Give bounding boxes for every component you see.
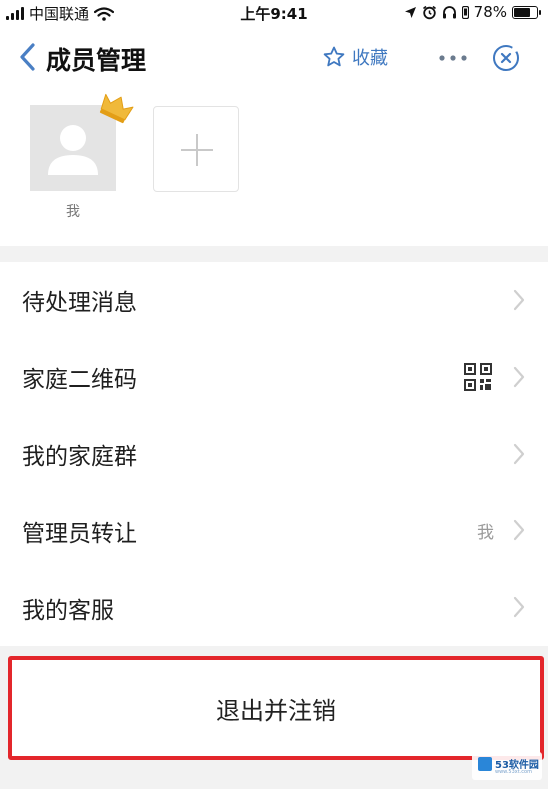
star-outline-icon (323, 46, 345, 67)
watermark-logo-icon (478, 757, 492, 771)
chevron-right-icon (513, 289, 525, 311)
close-miniprogram-button[interactable] (491, 43, 521, 73)
menu-item-family-group[interactable]: 我的家庭群 (0, 416, 548, 493)
member-card[interactable]: 我 (30, 93, 134, 221)
back-button[interactable] (14, 40, 44, 74)
add-member-button[interactable] (153, 106, 239, 192)
nav-header: 成员管理 收藏 (0, 24, 548, 92)
status-bar: 中国联通 上午9:41 78% (0, 0, 548, 24)
members-section: 我 (0, 92, 548, 246)
status-right: 78% (404, 3, 541, 21)
qr-code-icon (464, 362, 492, 391)
favorite-label: 收藏 (352, 48, 388, 69)
headphones-icon (442, 6, 456, 19)
chevron-right-icon (513, 366, 525, 387)
page-title: 成员管理 (46, 46, 147, 75)
avatar (30, 93, 134, 191)
watermark: 53软件园 www.53xt.com (472, 752, 542, 780)
chevron-right-icon (513, 520, 525, 541)
favorite-button[interactable]: 收藏 (322, 44, 388, 70)
logout-label: 退出并注销 (216, 696, 336, 725)
watermark-subtext: www.53xt.com (495, 769, 532, 775)
plus-icon (181, 134, 213, 166)
chevron-right-icon (513, 443, 525, 464)
chevron-left-icon (20, 43, 35, 71)
alarm-icon (422, 5, 436, 19)
member-name: 我 (66, 204, 80, 220)
menu-item-label: 待处理消息 (22, 290, 137, 317)
location-arrow-icon (404, 6, 416, 18)
battery-icon (512, 5, 541, 19)
settings-menu: 待处理消息 家庭二维码 我的家庭群 管理员转让 我 我的客服 (0, 262, 548, 646)
battery-percent: 78% (473, 3, 507, 21)
menu-item-value: 我 (477, 523, 494, 544)
menu-item-label: 管理员转让 (22, 520, 137, 547)
menu-item-customer-service[interactable]: 我的客服 (0, 569, 548, 646)
menu-item-pending-messages[interactable]: 待处理消息 (0, 262, 548, 339)
orientation-lock-icon (461, 5, 469, 19)
ellipsis-icon (439, 55, 467, 61)
menu-item-label: 我的家庭群 (22, 443, 137, 470)
battery-fill (514, 7, 531, 17)
menu-item-label: 家庭二维码 (22, 367, 137, 394)
menu-item-family-qrcode[interactable]: 家庭二维码 (0, 339, 548, 416)
crown-icon (99, 93, 134, 124)
menu-item-admin-transfer[interactable]: 管理员转让 我 (0, 492, 548, 569)
logout-button[interactable]: 退出并注销 (8, 656, 544, 760)
chevron-right-icon (513, 597, 525, 618)
more-options-button[interactable] (436, 46, 470, 70)
close-circle-icon (493, 45, 519, 71)
menu-item-label: 我的客服 (22, 597, 114, 624)
